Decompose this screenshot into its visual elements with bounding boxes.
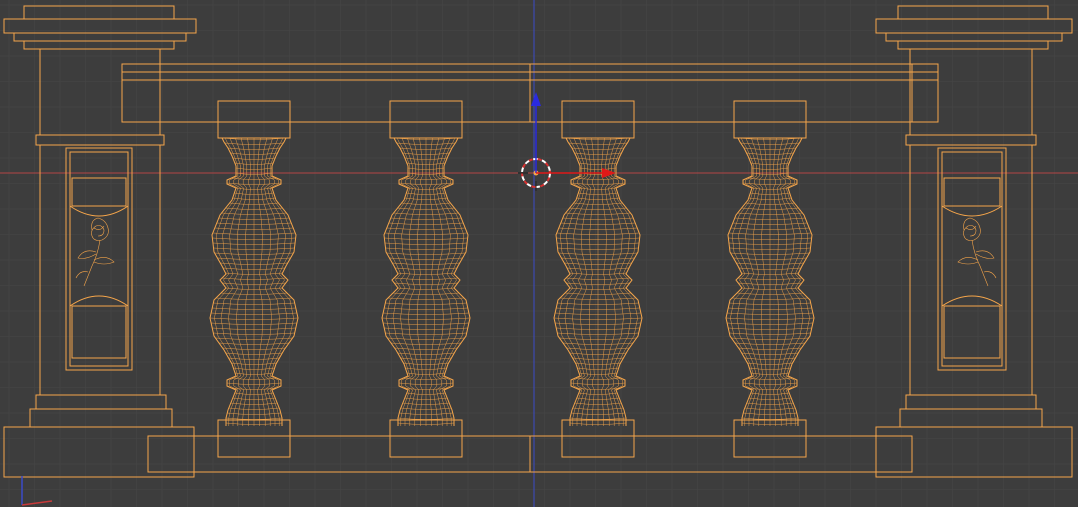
top-rail[interactable] [121, 63, 939, 123]
baluster-group[interactable] [209, 100, 815, 458]
viewport-grid [0, 0, 1078, 507]
baluster[interactable] [209, 100, 299, 458]
viewport-canvas[interactable] [0, 0, 1078, 507]
rose-carving-icon [957, 217, 997, 287]
3d-viewport[interactable] [0, 0, 1078, 507]
baluster[interactable] [381, 100, 471, 458]
left-post[interactable] [3, 5, 197, 478]
right-post[interactable] [875, 5, 1073, 478]
baluster[interactable] [553, 100, 643, 458]
axis-indicator-icon [21, 476, 53, 506]
transform-gizmo-icon[interactable] [531, 92, 616, 178]
rose-carving-icon [75, 217, 115, 287]
baluster[interactable] [725, 100, 815, 458]
base-rail[interactable] [147, 435, 913, 473]
